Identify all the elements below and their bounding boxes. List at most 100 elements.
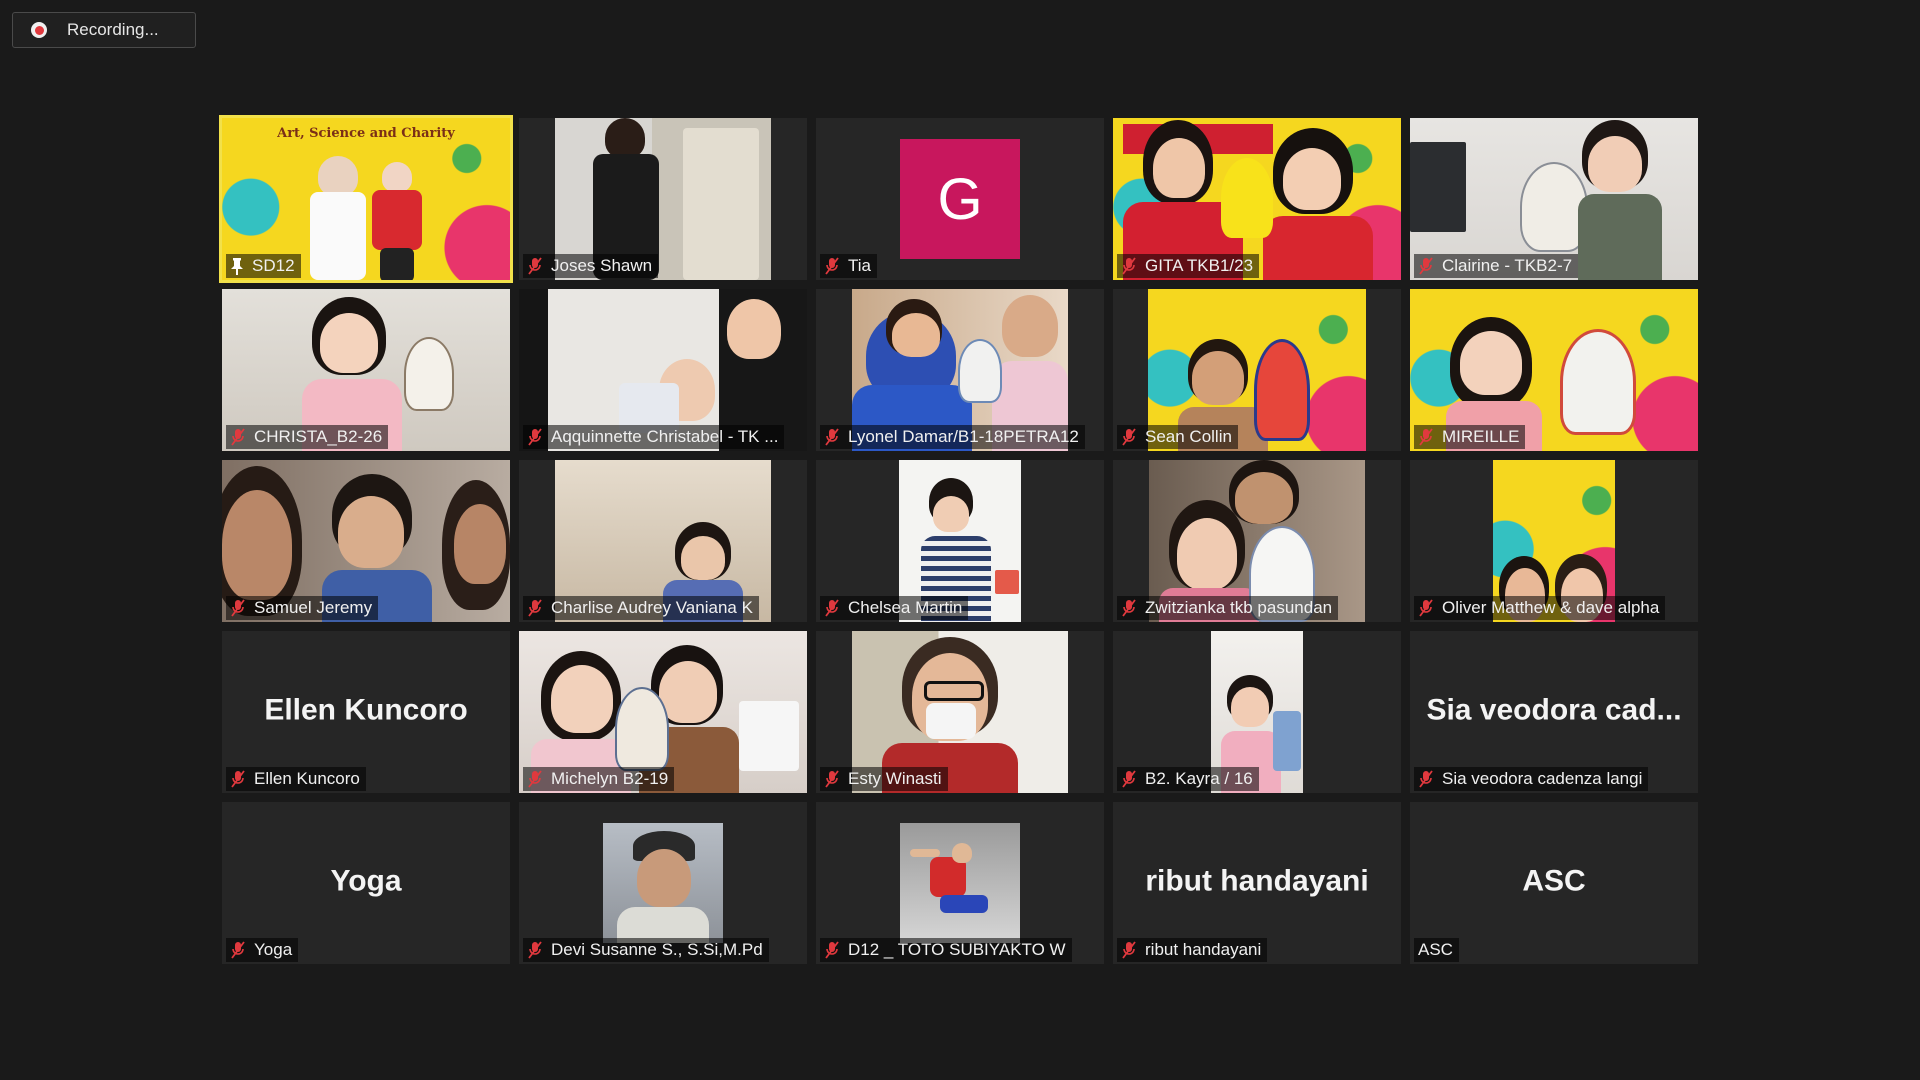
participant-name: Clairine - TKB2-7 xyxy=(1442,256,1573,275)
participant-tile[interactable]: Sia veodora cad... Sia veodora cadenza l… xyxy=(1410,631,1698,793)
participant-nameplate: B2. Kayra / 16 xyxy=(1117,767,1259,791)
participant-profile-photo xyxy=(900,823,1020,943)
participant-name: Sia veodora cadenza langi xyxy=(1442,769,1643,788)
participant-tile[interactable]: Zwitzianka tkb pasundan xyxy=(1113,460,1401,622)
participant-nameplate: Tia xyxy=(820,254,877,278)
mic-muted-icon xyxy=(1419,770,1433,788)
participant-name: Samuel Jeremy xyxy=(254,598,373,617)
participant-name: Charlise Audrey Vaniana K xyxy=(551,598,753,617)
participant-tile[interactable]: Clairine - TKB2-7 xyxy=(1410,118,1698,280)
mic-muted-icon xyxy=(528,941,542,959)
mic-muted-icon xyxy=(1122,599,1136,617)
participant-tile[interactable]: Sean Collin xyxy=(1113,289,1401,451)
pin-icon xyxy=(231,258,243,275)
participant-name: Tia xyxy=(848,256,871,275)
participant-tile[interactable]: GITA TKB1/23 xyxy=(1113,118,1401,280)
participant-tile[interactable]: Art, Science and Charity SD12 xyxy=(219,115,513,283)
participant-name: B2. Kayra / 16 xyxy=(1145,769,1253,788)
participant-name: Lyonel Damar/B1-18PETRA12 xyxy=(848,427,1079,446)
mic-muted-icon xyxy=(825,428,839,446)
participant-nameplate: SD12 xyxy=(226,254,301,278)
mic-muted-icon xyxy=(1419,257,1433,275)
participant-nameplate: CHRISTA_B2-26 xyxy=(226,425,389,449)
participant-nameplate: MIREILLE xyxy=(1414,425,1526,449)
participant-name: ribut handayani xyxy=(1145,940,1262,959)
participant-nameplate: Esty Winasti xyxy=(820,767,948,791)
participant-tile[interactable]: Charlise Audrey Vaniana K xyxy=(519,460,807,622)
participant-name: SD12 xyxy=(252,256,295,275)
participant-tile[interactable]: G Tia xyxy=(816,118,1104,280)
mic-muted-icon xyxy=(528,770,542,788)
participant-nameplate: Michelyn B2-19 xyxy=(523,767,675,791)
poster-title: Art, Science and Charity xyxy=(277,126,455,141)
participant-name: Sean Collin xyxy=(1145,427,1232,446)
participant-tile[interactable]: Aqquinnette Christabel - TK ... xyxy=(519,289,807,451)
participant-nameplate: Sia veodora cadenza langi xyxy=(1414,767,1649,791)
mic-muted-icon xyxy=(528,599,542,617)
participant-nameplate: Joses Shawn xyxy=(523,254,659,278)
participant-name: Esty Winasti xyxy=(848,769,942,788)
participant-name: Yoga xyxy=(254,940,293,959)
participant-tile[interactable]: Esty Winasti xyxy=(816,631,1104,793)
participant-name: ASC xyxy=(1418,940,1453,959)
mic-muted-icon xyxy=(528,257,542,275)
participant-nameplate: ASC xyxy=(1414,938,1459,962)
participant-display-name: ASC xyxy=(1522,864,1586,898)
participant-nameplate: Zwitzianka tkb pasundan xyxy=(1117,596,1339,620)
mic-muted-icon xyxy=(825,941,839,959)
participant-tile[interactable]: Devi Susanne S., S.Si,M.Pd xyxy=(519,802,807,964)
recording-indicator[interactable]: Recording... xyxy=(12,12,196,48)
mic-muted-icon xyxy=(825,770,839,788)
participant-name: CHRISTA_B2-26 xyxy=(254,427,383,446)
participant-name: D12 _ TOTO SUBIYAKTO W xyxy=(848,940,1066,959)
mic-muted-icon xyxy=(528,428,542,446)
participant-profile-photo xyxy=(603,823,723,943)
mic-muted-icon xyxy=(231,428,245,446)
participant-nameplate: Oliver Matthew & dave alpha xyxy=(1414,596,1666,620)
participant-display-name: Yoga xyxy=(330,864,402,898)
mic-muted-icon xyxy=(231,770,245,788)
participant-nameplate: Sean Collin xyxy=(1117,425,1238,449)
participant-nameplate: GITA TKB1/23 xyxy=(1117,254,1260,278)
video-gallery: Art, Science and Charity SD12 Joses Shaw… xyxy=(219,115,1698,964)
participant-tile[interactable]: Yoga Yoga xyxy=(222,802,510,964)
participant-nameplate: Lyonel Damar/B1-18PETRA12 xyxy=(820,425,1085,449)
participant-tile[interactable]: Joses Shawn xyxy=(519,118,807,280)
participant-name: MIREILLE xyxy=(1442,427,1520,446)
participant-nameplate: D12 _ TOTO SUBIYAKTO W xyxy=(820,938,1072,962)
participant-nameplate: Aqquinnette Christabel - TK ... xyxy=(523,425,785,449)
mic-muted-icon xyxy=(1122,941,1136,959)
mic-muted-icon xyxy=(1122,428,1136,446)
participant-tile[interactable]: Michelyn B2-19 xyxy=(519,631,807,793)
participant-display-name: Sia veodora cad... xyxy=(1426,693,1682,727)
participant-name: GITA TKB1/23 xyxy=(1145,256,1254,275)
participant-nameplate: Chelsea Martin xyxy=(820,596,969,620)
recording-label: Recording... xyxy=(67,20,159,39)
participant-tile[interactable]: Oliver Matthew & dave alpha xyxy=(1410,460,1698,622)
participant-name: Aqquinnette Christabel - TK ... xyxy=(551,427,779,446)
participant-nameplate: Clairine - TKB2-7 xyxy=(1414,254,1579,278)
mic-muted-icon xyxy=(1419,428,1433,446)
record-icon xyxy=(31,22,47,38)
participant-tile[interactable]: ribut handayani ribut handayani xyxy=(1113,802,1401,964)
participant-tile[interactable]: D12 _ TOTO SUBIYAKTO W xyxy=(816,802,1104,964)
participant-tile[interactable]: Lyonel Damar/B1-18PETRA12 xyxy=(816,289,1104,451)
participant-name: Michelyn B2-19 xyxy=(551,769,669,788)
participant-nameplate: ribut handayani xyxy=(1117,938,1268,962)
participant-display-name: Ellen Kuncoro xyxy=(264,693,468,727)
participant-nameplate: Charlise Audrey Vaniana K xyxy=(523,596,759,620)
participant-tile[interactable]: CHRISTA_B2-26 xyxy=(222,289,510,451)
mic-muted-icon xyxy=(825,257,839,275)
participant-name: Joses Shawn xyxy=(551,256,653,275)
mic-muted-icon xyxy=(1122,257,1136,275)
mic-muted-icon xyxy=(1419,599,1433,617)
participant-name: Ellen Kuncoro xyxy=(254,769,360,788)
participant-tile[interactable]: ASC ASC xyxy=(1410,802,1698,964)
participant-tile[interactable]: Samuel Jeremy xyxy=(222,460,510,622)
participant-tile[interactable]: B2. Kayra / 16 xyxy=(1113,631,1401,793)
participant-display-name: ribut handayani xyxy=(1145,864,1369,898)
participant-tile[interactable]: MIREILLE xyxy=(1410,289,1698,451)
participant-name: Chelsea Martin xyxy=(848,598,963,617)
participant-tile[interactable]: Ellen Kuncoro Ellen Kuncoro xyxy=(222,631,510,793)
participant-tile[interactable]: Chelsea Martin xyxy=(816,460,1104,622)
